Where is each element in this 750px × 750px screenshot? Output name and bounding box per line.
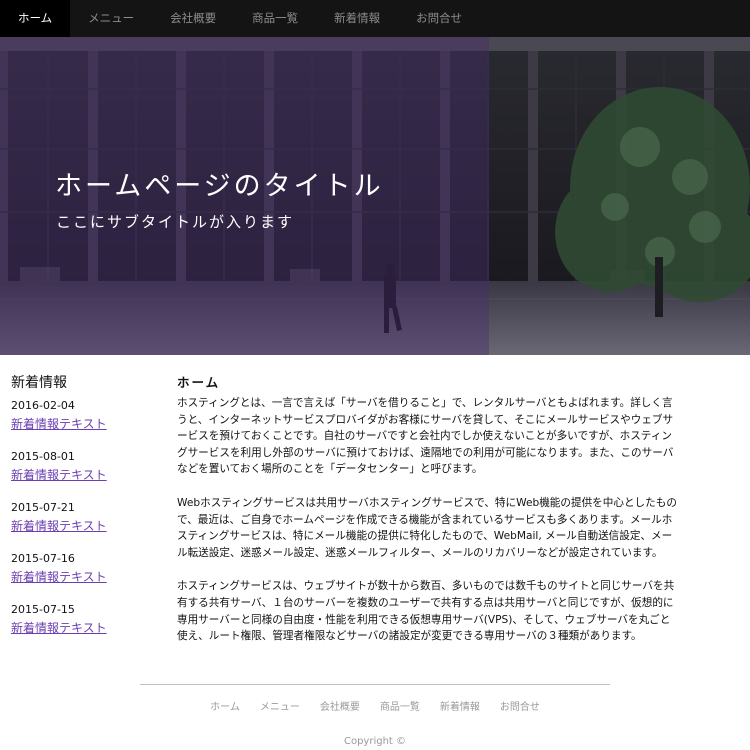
news-item: 2015-07-15 新着情報テキスト bbox=[11, 602, 161, 653]
nav-item-contact[interactable]: お問合せ bbox=[398, 0, 480, 37]
news-date: 2016-02-04 bbox=[11, 399, 75, 412]
top-nav: ホーム メニュー 会社概要 商品一覧 新着情報 お問合せ bbox=[0, 0, 750, 37]
hero-subtitle: ここにサブタイトルが入ります bbox=[56, 213, 295, 231]
news-item: 2015-08-01 新着情報テキスト bbox=[11, 449, 161, 500]
news-date: 2015-07-15 bbox=[11, 603, 75, 616]
footer-link-home[interactable]: ホーム bbox=[210, 698, 240, 713]
footer-link-company[interactable]: 会社概要 bbox=[320, 698, 360, 713]
news-link[interactable]: 新着情報テキスト bbox=[11, 620, 107, 637]
nav-item-menu[interactable]: メニュー bbox=[70, 0, 152, 37]
news-link[interactable]: 新着情報テキスト bbox=[11, 518, 107, 535]
news-date: 2015-07-16 bbox=[11, 552, 75, 565]
news-item: 2015-07-21 新着情報テキスト bbox=[11, 500, 161, 551]
news-link[interactable]: 新着情報テキスト bbox=[11, 416, 107, 433]
news-item: 2016-02-04 新着情報テキスト bbox=[11, 398, 161, 449]
footer-link-contact[interactable]: お問合せ bbox=[500, 698, 540, 713]
content-paragraph: Webホスティングサービスは共用サーバホスティングサービスで、特にWeb機能の提… bbox=[177, 496, 677, 559]
nav-item-news[interactable]: 新着情報 bbox=[316, 0, 398, 37]
footer-link-menu[interactable]: メニュー bbox=[260, 698, 300, 713]
news-link[interactable]: 新着情報テキスト bbox=[11, 467, 107, 484]
news-item: 2015-07-16 新着情報テキスト bbox=[11, 551, 161, 602]
news-date: 2015-08-01 bbox=[11, 450, 75, 463]
footer-divider bbox=[140, 684, 610, 685]
content-paragraph: ホスティングサービスは、ウェブサイトが数十から数百、多いものでは数千ものサイトと… bbox=[177, 580, 675, 643]
footer-nav: ホーム メニュー 会社概要 商品一覧 新着情報 お問合せ bbox=[0, 698, 750, 713]
nav-item-company[interactable]: 会社概要 bbox=[152, 0, 234, 37]
content-heading: ホーム bbox=[177, 375, 221, 390]
nav-item-home[interactable]: ホーム bbox=[0, 0, 71, 37]
sidebar-heading: 新着情報 bbox=[11, 375, 67, 391]
news-date: 2015-07-21 bbox=[11, 501, 75, 514]
hero-title: ホームページのタイトル bbox=[55, 171, 384, 202]
main-content: ホーム ホスティングとは、一言で言えば「サーバを借りること」で、レンタルサーバと… bbox=[177, 372, 677, 662]
news-link[interactable]: 新着情報テキスト bbox=[11, 569, 107, 586]
copyright: Copyright © bbox=[343, 736, 407, 747]
content-paragraph: ホスティングとは、一言で言えば「サーバを借りること」で、レンタルサーバともよばれ… bbox=[177, 397, 674, 476]
footer-link-products[interactable]: 商品一覧 bbox=[380, 698, 420, 713]
nav-item-products[interactable]: 商品一覧 bbox=[234, 0, 316, 37]
footer-link-news[interactable]: 新着情報 bbox=[440, 698, 480, 713]
news-sidebar: 新着情報 2016-02-04 新着情報テキスト 2015-08-01 新着情報… bbox=[11, 372, 161, 653]
hero-banner: ホームページのタイトル ここにサブタイトルが入ります bbox=[0, 37, 750, 355]
